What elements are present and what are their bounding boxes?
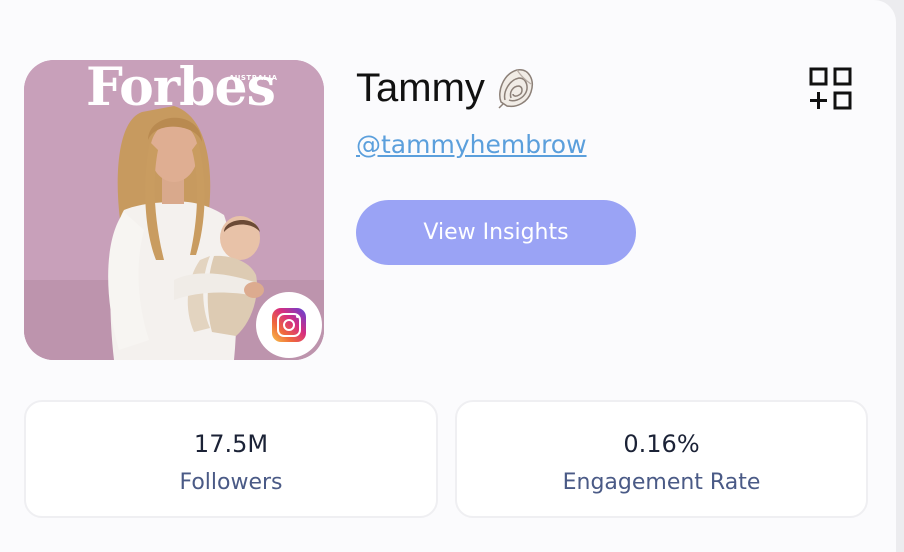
followers-stat-card: 17.5M Followers [24, 400, 438, 518]
engagement-stat-card: 0.16% Engagement Rate [455, 400, 868, 518]
engagement-rate-label: Engagement Rate [562, 470, 761, 495]
spiral-shell-icon [498, 69, 533, 109]
profile-name: Tammy [356, 66, 485, 110]
profile-name-row: Tammy [356, 66, 535, 110]
instagram-badge [256, 292, 322, 358]
profile-card: Forbes AUSTRALIA Tammy @tammyhembrow Vie… [0, 0, 896, 552]
magazine-masthead: Forbes [86, 60, 276, 118]
magazine-region: AUSTRALIA [229, 74, 278, 82]
engagement-rate-value: 0.16% [623, 430, 700, 458]
followers-label: Followers [179, 470, 283, 495]
followers-value: 17.5M [193, 430, 269, 458]
squares-plus-icon[interactable] [808, 66, 854, 112]
view-insights-button[interactable]: View Insights [356, 200, 636, 265]
profile-handle-link[interactable]: @tammyhembrow [356, 130, 587, 159]
instagram-icon [272, 308, 306, 342]
